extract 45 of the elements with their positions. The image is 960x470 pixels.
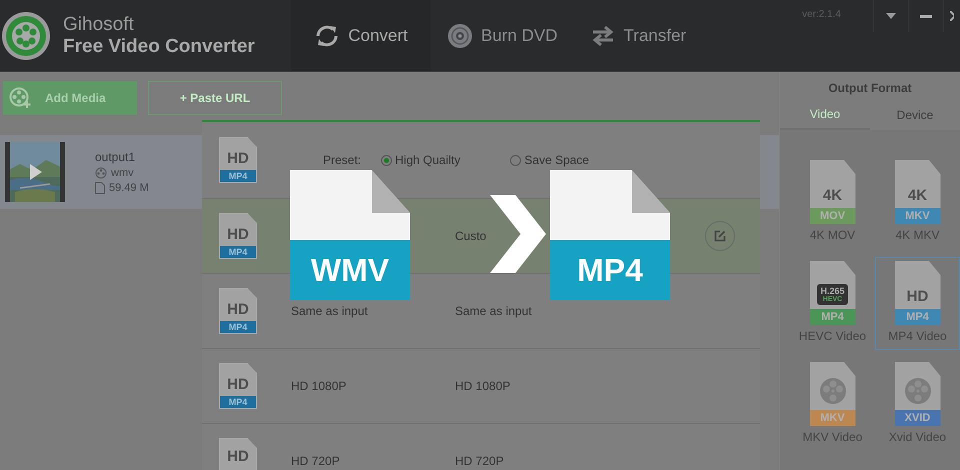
edit-button[interactable]: [705, 221, 735, 251]
file-name: output1: [95, 150, 136, 164]
mp4-file-overlay: MP4: [550, 170, 670, 300]
preset-quality: HD 720P: [455, 454, 505, 468]
format-tab[interactable]: Video: [780, 103, 870, 130]
app-title: Free Video Converter: [63, 36, 255, 58]
film-reel-icon: [95, 167, 107, 179]
wmv-file-overlay: WMV: [290, 170, 410, 300]
preset-radio[interactable]: Save Space: [510, 153, 590, 167]
edit-icon: [714, 230, 726, 242]
film-reel-logo: [1, 10, 51, 60]
file-format: wmv: [111, 167, 134, 179]
hd-mp4-file-icon: HD MP4: [219, 213, 257, 259]
preset-row[interactable]: HD MP4 HD 1080P HD 1080P: [202, 349, 760, 424]
hd-mp4-file-icon: HD: [219, 438, 257, 470]
preset-quality: Same as input: [455, 304, 533, 318]
preset-name: HD 720P: [291, 454, 340, 468]
file-size: 59.49 M: [109, 182, 149, 194]
preset-name: HD 1080P: [291, 379, 346, 393]
hd-mp4-file-icon: HD MP4: [219, 363, 257, 409]
brand-name: Gihosoft: [63, 14, 135, 36]
hd-mp4-file-icon: HD MP4: [219, 288, 257, 334]
preset-quality: Custo: [455, 229, 488, 243]
panel-title: Output Format: [780, 72, 960, 103]
nav-tab[interactable]: Convert: [291, 0, 431, 71]
preset-row[interactable]: HD HD 720P HD 720P: [202, 424, 760, 470]
film-reel-icon: [902, 376, 932, 406]
close-icon: [950, 11, 954, 21]
nav-tab[interactable]: Burn DVD: [431, 0, 574, 71]
hd-mp4-file-icon: HD MP4: [219, 137, 257, 183]
paste-url-button[interactable]: + Paste URL: [148, 81, 282, 115]
add-media-button[interactable]: Add Media: [3, 81, 137, 115]
caret-icon: [886, 13, 896, 19]
file-icon: [95, 182, 105, 194]
sync-icon: [314, 22, 340, 48]
preset-radio[interactable]: High Quailty: [381, 153, 460, 167]
disc-icon: [447, 22, 473, 48]
film-reel-icon: [818, 376, 848, 406]
preset-name: Same as input: [291, 304, 368, 318]
minimize-icon: [920, 14, 932, 18]
film-reel-plus-icon: [9, 87, 31, 109]
preset-label: Preset:: [323, 153, 362, 167]
nav-tab[interactable]: Transfer: [574, 0, 702, 71]
format-tab[interactable]: Device: [870, 103, 960, 130]
preset-quality: HD 1080P: [455, 379, 512, 393]
